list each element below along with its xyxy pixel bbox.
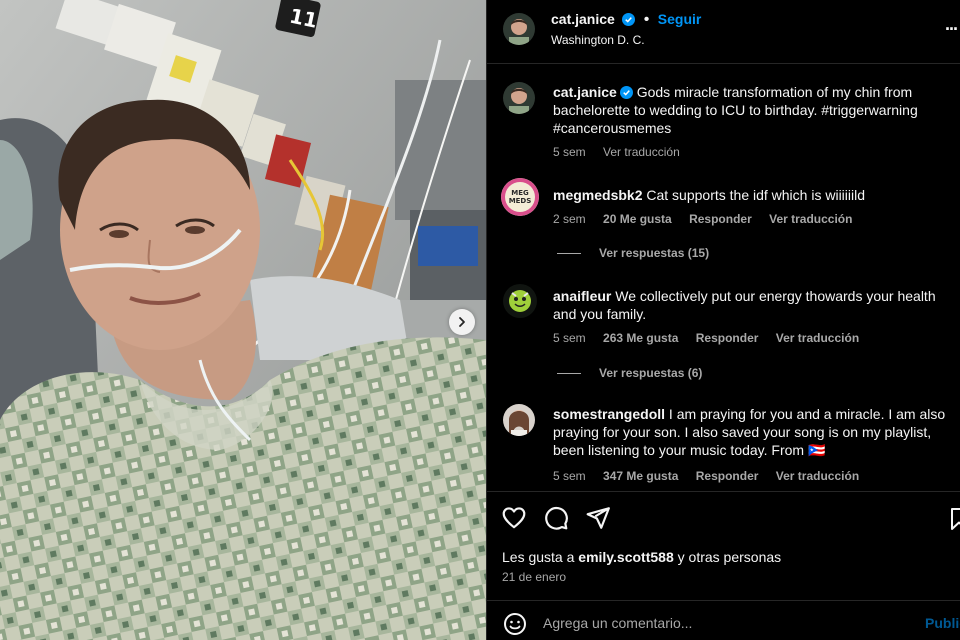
comment-meta: 5 sem 347 Me gusta Responder Ver traducc… xyxy=(553,469,873,483)
avatar-text-meds: MEDS xyxy=(509,197,532,205)
add-comment-row: Publicar xyxy=(487,604,960,640)
post-date[interactable]: 21 de enero xyxy=(502,570,566,584)
comment-time[interactable]: 2 sem xyxy=(553,212,586,226)
comment-text: Cat supports the idf which is wiiiiiild xyxy=(646,187,866,203)
replies-line xyxy=(557,252,581,254)
translate-link[interactable]: Ver traducción xyxy=(769,212,852,226)
action-bar xyxy=(501,505,611,533)
comment-meta: 5 sem 263 Me gusta Responder Ver traducc… xyxy=(553,331,873,345)
post-photo[interactable]: 11 xyxy=(0,0,486,640)
likes-suffix[interactable]: y otras personas xyxy=(678,549,782,565)
replies-line xyxy=(557,372,581,374)
likes-user-link[interactable]: emily.scott588 xyxy=(578,549,673,565)
caption-text-wrap: cat.janice Gods miracle transformation o… xyxy=(553,83,949,137)
comment-likes[interactable]: 263 Me gusta xyxy=(603,331,678,345)
caption-translate-link[interactable]: Ver traducción xyxy=(603,145,680,159)
commenter-avatar[interactable] xyxy=(503,284,537,318)
hospital-selfie-image: 11 xyxy=(0,0,486,640)
post-header: cat.janice • Seguir Washington D. C. ... xyxy=(487,0,960,64)
caption-meta: 5 sem Ver traducción xyxy=(553,145,694,159)
caption-avatar[interactable] xyxy=(503,82,535,114)
comment-input[interactable] xyxy=(543,610,903,636)
comment-username[interactable]: megmedsbk2 xyxy=(553,187,642,203)
emoji-icon[interactable] xyxy=(503,612,527,636)
caption-time[interactable]: 5 sem xyxy=(553,145,586,159)
comment-text-wrap: anaifleur We collectively put our energy… xyxy=(553,287,949,323)
translate-link[interactable]: Ver traducción xyxy=(776,331,859,345)
comment-meta: 2 sem 20 Me gusta Responder Ver traducci… xyxy=(553,212,866,226)
comment-icon[interactable] xyxy=(543,505,569,531)
caption-username[interactable]: cat.janice xyxy=(553,84,617,100)
avatar-text-meg: MEG xyxy=(511,189,529,197)
comment-input-divider xyxy=(487,600,960,601)
chevron-right-icon xyxy=(459,317,465,327)
view-replies-button[interactable]: Ver respuestas (15) xyxy=(557,246,709,260)
translate-link[interactable]: Ver traducción xyxy=(776,469,859,483)
commenter-avatar[interactable] xyxy=(503,404,535,436)
share-icon[interactable] xyxy=(585,505,611,531)
comment-time[interactable]: 5 sem xyxy=(553,469,586,483)
view-replies-label: Ver respuestas (15) xyxy=(599,246,710,260)
bookmark-icon[interactable] xyxy=(950,507,960,531)
likes-prefix: Les gusta a xyxy=(502,549,575,565)
publish-button[interactable]: Publicar xyxy=(925,615,960,631)
dot-separator: • xyxy=(643,11,650,28)
likes-summary: Les gusta a emily.scott588 y otras perso… xyxy=(502,549,781,565)
reply-button[interactable]: Responder xyxy=(696,331,759,345)
post-side-panel: cat.janice • Seguir Washington D. C. ...… xyxy=(486,0,960,640)
heart-icon[interactable] xyxy=(501,505,527,531)
verified-badge-icon xyxy=(619,86,633,99)
verified-badge-icon xyxy=(622,13,636,26)
comment-text-wrap: megmedsbk2 Cat supports the idf which is… xyxy=(553,186,949,204)
comment-likes[interactable]: 347 Me gusta xyxy=(603,469,678,483)
reply-button[interactable]: Responder xyxy=(696,469,759,483)
more-options-button[interactable]: ... xyxy=(945,14,958,35)
comment-text: We collectively put our energy thowards … xyxy=(553,288,936,322)
comment-username[interactable]: somestrangedoll xyxy=(553,406,665,422)
actions-divider xyxy=(487,491,960,492)
reply-button[interactable]: Responder xyxy=(689,212,752,226)
author-avatar[interactable] xyxy=(503,13,535,45)
follow-button[interactable]: Seguir xyxy=(658,11,702,27)
comment-likes[interactable]: 20 Me gusta xyxy=(603,212,672,226)
commenter-avatar[interactable]: MEG MEDS xyxy=(501,178,539,216)
author-username[interactable]: cat.janice xyxy=(551,11,615,27)
comment-username[interactable]: anaifleur xyxy=(553,288,611,304)
comment-text-wrap: somestrangedoll I am praying for you and… xyxy=(553,405,949,459)
comment-time[interactable]: 5 sem xyxy=(553,331,586,345)
next-photo-button[interactable] xyxy=(449,309,475,335)
post-location[interactable]: Washington D. C. xyxy=(551,33,645,47)
view-replies-button[interactable]: Ver respuestas (6) xyxy=(557,366,702,380)
view-replies-label: Ver respuestas (6) xyxy=(599,366,703,380)
